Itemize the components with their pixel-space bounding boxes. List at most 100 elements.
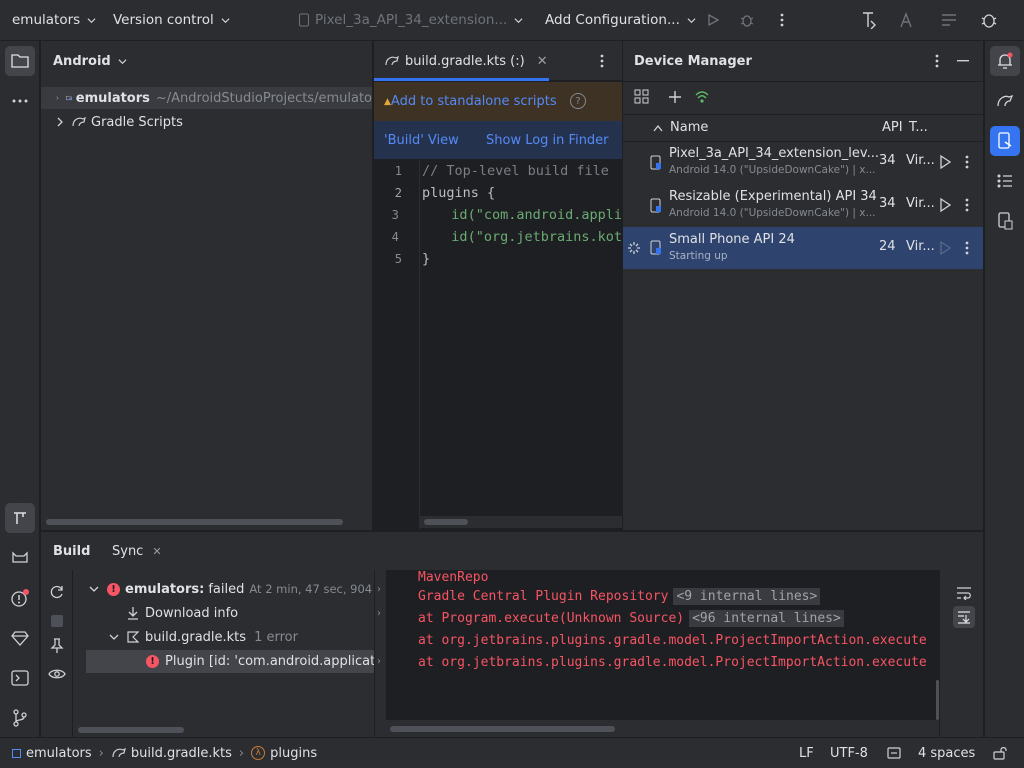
scroll-to-end-button[interactable] [953, 606, 975, 628]
folded-lines[interactable]: <9 internal lines> [673, 587, 821, 605]
eye-icon[interactable] [48, 668, 66, 680]
horizontal-scrollbar[interactable] [390, 726, 615, 732]
problems-tool-button[interactable] [5, 583, 35, 613]
play-icon[interactable] [939, 241, 952, 255]
more-vertical-icon[interactable] [772, 10, 792, 30]
running-devices-button[interactable] [990, 206, 1020, 236]
device-selector[interactable]: Pixel_3a_API_34_extension... [298, 0, 523, 40]
soft-wrap-icon[interactable] [956, 586, 972, 600]
translate-icon[interactable] [898, 10, 918, 30]
line-separator-widget[interactable]: LF [799, 738, 814, 768]
column-type[interactable]: T... [909, 120, 928, 135]
notifications-button[interactable] [990, 46, 1020, 76]
tree-item-emulators[interactable]: emulators ~/AndroidStudioProjects/emulat… [41, 87, 372, 109]
close-icon[interactable]: ✕ [537, 54, 548, 69]
add-device-icon[interactable] [666, 88, 684, 106]
tab-sync-label: Sync [112, 543, 144, 559]
tree-item-gradle-scripts[interactable]: Gradle Scripts [41, 111, 183, 133]
device-row[interactable]: Resizable (Experimental) API 34 Android … [623, 184, 984, 227]
play-icon[interactable] [939, 198, 952, 212]
breadcrumb-item[interactable]: build.gradle.kts [131, 746, 232, 761]
folded-lines[interactable]: <96 internal lines> [689, 609, 844, 627]
indent-widget[interactable]: 4 spaces [918, 738, 975, 768]
gradle-tool-button[interactable] [990, 86, 1020, 116]
status-bar: emulators › build.gradle.kts › λ plugins… [0, 737, 1024, 768]
loading-spinner-icon [628, 242, 640, 254]
more-vertical-icon[interactable] [965, 241, 969, 255]
device-type: Vir... [906, 196, 935, 211]
project-selector[interactable]: emulators [12, 0, 96, 40]
build-view-link[interactable]: 'Build' View [384, 121, 459, 159]
app-quality-tool-button[interactable] [5, 623, 35, 653]
splitter[interactable]: › › › [374, 570, 386, 738]
git-tool-button[interactable] [5, 703, 35, 733]
build-console[interactable]: MavenRepo Gradle Central Plugin Reposito… [386, 570, 939, 738]
logcat-tool-button[interactable] [5, 543, 35, 573]
sync-gradle-icon[interactable] [859, 10, 879, 30]
stop-icon[interactable] [51, 615, 63, 627]
device-subtitle: Android 14.0 ("UpsideDownCake") | x... [669, 164, 876, 176]
vcs-menu[interactable]: Version control [113, 0, 230, 40]
build-tree-root[interactable]: ! emulators: failed At 2 min, 47 sec, 90… [89, 578, 374, 600]
console-line: at Program.execute(Unknown Source) <96 in… [418, 607, 844, 629]
play-icon[interactable] [939, 155, 952, 169]
build-tool-button[interactable] [5, 503, 35, 533]
chevron-down-icon [87, 17, 96, 23]
breadcrumb-item[interactable]: emulators [26, 746, 92, 761]
close-icon[interactable]: ✕ [152, 545, 161, 558]
pin-icon[interactable] [50, 638, 64, 654]
sort-chevron-icon[interactable] [653, 124, 663, 132]
project-tool-button[interactable] [5, 46, 35, 76]
module-icon [12, 748, 21, 758]
device-row-selected[interactable]: Small Phone API 24 Starting up 24 Vir... [623, 227, 983, 269]
build-file-name: build.gradle.kts [145, 629, 247, 645]
column-api[interactable]: API [882, 120, 903, 135]
tab-sync[interactable]: Sync ✕ [112, 532, 162, 570]
debug-icon[interactable] [737, 10, 757, 30]
show-log-link[interactable]: Show Log in Finder [486, 121, 609, 159]
run-icon[interactable] [703, 10, 723, 30]
restart-icon[interactable] [49, 584, 65, 600]
right-tool-strip [984, 41, 1024, 737]
list-icon [997, 174, 1012, 188]
structure-tool-button[interactable] [990, 166, 1020, 196]
minimize-icon[interactable] [955, 53, 971, 69]
column-name[interactable]: Name [670, 120, 708, 135]
layout-icon[interactable] [939, 10, 959, 30]
phone-icon [650, 198, 661, 213]
encoding-widget[interactable]: UTF-8 [830, 738, 868, 768]
more-tools-icon[interactable] [5, 86, 35, 116]
horizontal-scrollbar[interactable] [424, 519, 468, 525]
tab-build[interactable]: Build [53, 532, 90, 570]
settings-bug-icon[interactable] [979, 10, 999, 30]
add-to-standalone-link[interactable]: ▲ Add to standalone scripts [384, 82, 557, 121]
device-groups-icon[interactable] [633, 88, 651, 106]
download-label: Download info [145, 605, 239, 621]
chevron-down-icon [118, 58, 127, 64]
console-line: at org.jetbrains.plugins.gradle.model.Pr… [418, 629, 927, 651]
more-vertical-icon[interactable] [929, 53, 945, 69]
run-configuration-selector[interactable]: Add Configuration... [545, 0, 696, 40]
terminal-tool-button[interactable] [5, 663, 35, 693]
chevron-right-icon: › [377, 656, 381, 667]
breadcrumb-item[interactable]: plugins [270, 746, 317, 761]
horizontal-scrollbar[interactable] [46, 519, 343, 525]
more-vertical-icon[interactable] [965, 198, 969, 212]
unlock-icon[interactable] [992, 745, 1008, 761]
device-manager-button[interactable] [990, 126, 1020, 156]
build-tree-download[interactable]: Download info [127, 602, 238, 624]
help-icon[interactable]: ? [570, 93, 586, 109]
readonly-toggle-icon[interactable] [886, 746, 902, 760]
project-name: emulators [12, 12, 81, 28]
tree-item-label: Gradle Scripts [91, 114, 183, 130]
build-tree-file[interactable]: build.gradle.kts 1 error [109, 626, 298, 648]
more-vertical-icon[interactable] [594, 53, 610, 69]
code-area[interactable]: 1 // Top-level build file 2 plugins { 3 id… [374, 160, 622, 270]
device-row[interactable]: Pixel_3a_API_34_extension_lev... Android… [623, 141, 984, 184]
horizontal-scrollbar[interactable] [78, 727, 184, 733]
editor-tab[interactable]: build.gradle.kts (:) ✕ [384, 41, 548, 81]
project-view-selector[interactable]: Android [53, 41, 127, 81]
wifi-pair-icon[interactable] [693, 88, 711, 106]
more-vertical-icon[interactable] [965, 155, 969, 169]
build-tree-plugin-error[interactable]: ! Plugin [id: 'com.android.applicatio [86, 650, 374, 673]
